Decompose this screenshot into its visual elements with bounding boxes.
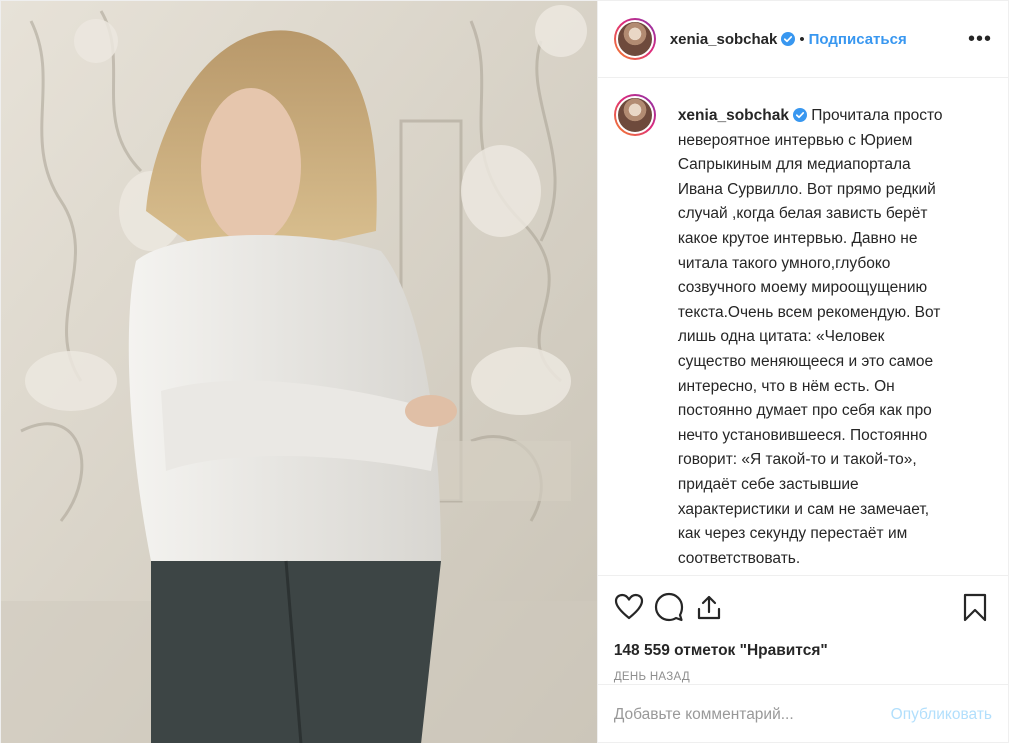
verified-badge-icon (792, 106, 807, 122)
author-avatar[interactable] (613, 18, 656, 60)
post-caption: xenia_sobchak Прочитала просто невероятн… (678, 104, 978, 575)
caption-username[interactable]: xenia_sobchak (678, 107, 789, 124)
caption-text: Прочитала просто невероятное интервью с … (677, 107, 943, 575)
post-actions-area: 148 559 отметок "Нравится" День назад (597, 575, 1008, 684)
header-separator: • (799, 30, 805, 48)
comment-input[interactable] (613, 705, 891, 724)
publish-button[interactable]: Опубликовать (891, 706, 992, 724)
more-options-icon[interactable]: ••• (968, 29, 992, 49)
post-header: xenia_sobchak • Подписаться ••• (597, 1, 1008, 78)
share-icon[interactable] (694, 592, 726, 624)
instagram-post: xenia_sobchak • Подписаться ••• xenia_so… (0, 0, 1009, 743)
likes-count[interactable]: 148 559 отметок "Нравится" (614, 642, 992, 660)
post-side-panel: xenia_sobchak • Подписаться ••• xenia_so… (596, 1, 1008, 743)
bookmark-icon[interactable] (960, 592, 992, 624)
comments-section: xenia_sobchak Прочитала просто невероятн… (598, 78, 1008, 575)
post-photo[interactable] (1, 1, 597, 743)
author-username[interactable]: xenia_sobchak (670, 31, 778, 48)
caption-author-avatar[interactable] (613, 94, 656, 136)
follow-button[interactable]: Подписаться (809, 31, 907, 48)
heart-icon[interactable] (614, 592, 646, 624)
add-comment-bar: Опубликовать (597, 684, 1008, 743)
comment-icon[interactable] (654, 592, 686, 624)
post-photo-illustration (1, 1, 597, 743)
verified-badge-icon (781, 32, 796, 46)
post-timestamp[interactable]: День назад (614, 671, 992, 683)
action-bar (614, 588, 992, 628)
